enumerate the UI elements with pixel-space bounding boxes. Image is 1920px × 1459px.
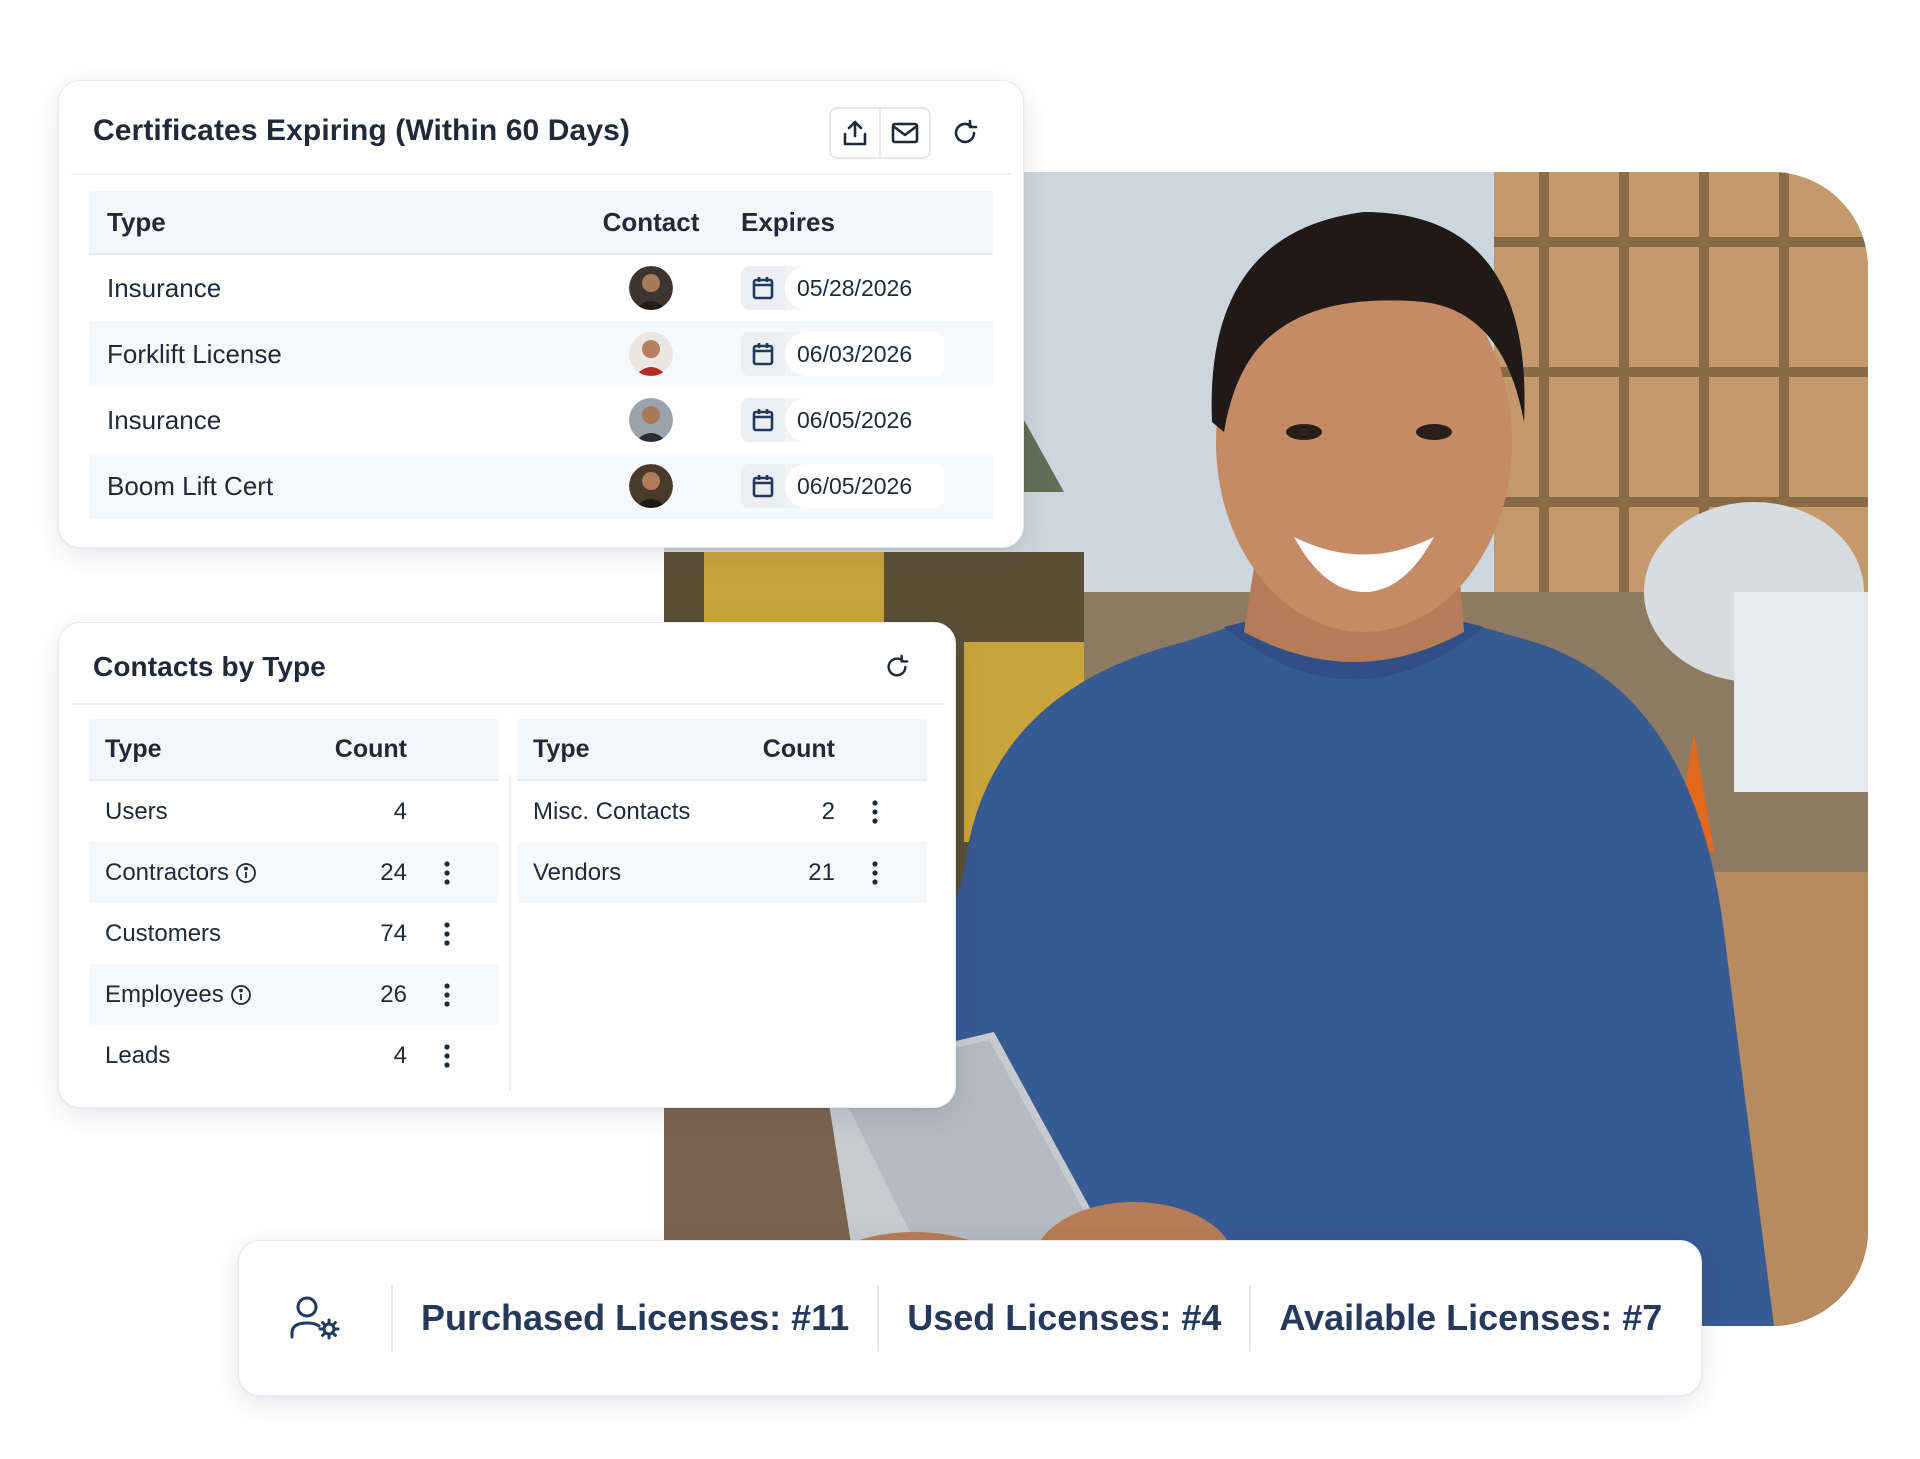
row-menu-button[interactable] (407, 860, 487, 886)
expires-date: 05/28/2026 (785, 266, 945, 310)
contact-avatar[interactable] (629, 464, 673, 508)
export-icon (843, 120, 867, 146)
table-row[interactable]: Customers 74 (89, 903, 499, 964)
expires-date: 06/05/2026 (785, 464, 945, 508)
calendar-icon (741, 398, 785, 442)
column-header-type: Type (107, 206, 166, 237)
certificate-type: Insurance (107, 404, 222, 435)
email-icon (891, 122, 919, 144)
contacts-table-header: Type Count (517, 719, 927, 781)
certificates-action-group (829, 107, 931, 159)
row-menu-button[interactable] (407, 1043, 487, 1069)
purchased-licenses: Purchased Licenses: #11 (421, 1297, 850, 1338)
refresh-icon (887, 654, 909, 677)
more-vertical-icon (444, 982, 450, 1007)
table-row[interactable]: Employees 26 (89, 964, 499, 1025)
contact-type: Leads (105, 1041, 171, 1069)
table-row[interactable]: Contractors 24 (89, 842, 499, 903)
available-licenses: Available Licenses: #7 (1279, 1297, 1663, 1338)
contacts-table-header: Type Count (89, 719, 499, 781)
contacts-by-type-card: Contacts by Type Type Count Users 4 Cont… (58, 622, 956, 1108)
refresh-certificates-button[interactable] (941, 109, 989, 157)
expires-date-field[interactable]: 06/03/2026 (741, 332, 945, 376)
contact-avatar[interactable] (629, 266, 673, 310)
certificates-table-header: Type Contact Expires (89, 191, 993, 255)
certificate-type: Boom Lift Cert (107, 470, 274, 501)
contact-avatar[interactable] (629, 398, 673, 442)
calendar-icon (741, 464, 785, 508)
refresh-icon (954, 119, 978, 144)
expires-date-field[interactable]: 06/05/2026 (741, 464, 945, 508)
table-row[interactable]: Insurance 06/05/2026 (89, 387, 993, 453)
contact-count: 4 (393, 1041, 407, 1069)
certificates-table: Type Contact Expires Insurance 05/28/202… (89, 191, 993, 519)
certificate-type: Forklift License (107, 338, 282, 369)
contact-count: 26 (380, 980, 407, 1008)
table-row[interactable]: Misc. Contacts 2 (517, 781, 927, 842)
contact-count: 74 (380, 919, 407, 947)
column-header-expires: Expires (741, 206, 835, 237)
info-icon[interactable] (230, 984, 252, 1006)
column-header-count: Count (762, 734, 835, 763)
expires-date-field[interactable]: 05/28/2026 (741, 266, 945, 310)
more-vertical-icon (872, 860, 878, 885)
used-licenses: Used Licenses: #4 (907, 1297, 1222, 1338)
contact-type: Employees (105, 980, 224, 1008)
calendar-icon (741, 332, 785, 376)
contacts-card-title: Contacts by Type (93, 651, 326, 682)
contact-type: Vendors (533, 858, 622, 886)
column-header-count: Count (334, 734, 407, 763)
contact-type: Users (105, 797, 168, 825)
info-icon[interactable] (235, 862, 257, 884)
row-menu-button[interactable] (835, 799, 915, 825)
table-column-divider (509, 775, 511, 1091)
certificate-type: Insurance (107, 272, 222, 303)
table-row[interactable]: Vendors 21 (517, 842, 927, 903)
contact-count: 4 (393, 797, 407, 825)
column-header-type: Type (105, 734, 162, 763)
table-row[interactable]: Insurance 05/28/2026 (89, 255, 993, 321)
column-header-contact: Contact (602, 206, 700, 237)
expires-date: 06/03/2026 (785, 332, 945, 376)
contacts-table-right: Type Count Misc. Contacts 2 Vendors 21 (517, 719, 927, 903)
export-button[interactable] (831, 109, 879, 157)
user-gear-icon (239, 1295, 391, 1341)
contact-avatar[interactable] (629, 332, 673, 376)
row-menu-button[interactable] (407, 982, 487, 1008)
contact-type: Customers (105, 919, 222, 947)
table-row[interactable]: Leads 4 (89, 1025, 499, 1086)
certificates-expiring-card: Certificates Expiring (Within 60 Days) T… (58, 80, 1024, 548)
column-header-type: Type (533, 734, 590, 763)
contact-type: Misc. Contacts (533, 797, 691, 825)
calendar-icon (741, 266, 785, 310)
table-row[interactable]: Forklift License 06/03/2026 (89, 321, 993, 387)
contact-count: 21 (808, 858, 835, 886)
header-divider (71, 173, 1011, 175)
more-vertical-icon (872, 799, 878, 824)
contact-count: 24 (380, 858, 407, 886)
expires-date: 06/05/2026 (785, 398, 945, 442)
row-menu-button[interactable] (407, 921, 487, 947)
more-vertical-icon (444, 921, 450, 946)
table-row[interactable]: Boom Lift Cert 06/05/2026 (89, 453, 993, 519)
licenses-summary-bar: Purchased Licenses: #11 Used Licenses: #… (238, 1240, 1702, 1396)
row-menu-button[interactable] (835, 860, 915, 886)
email-button[interactable] (879, 109, 929, 157)
contact-count: 2 (821, 797, 835, 825)
refresh-contacts-button[interactable] (873, 643, 921, 691)
contact-type: Contractors (105, 858, 230, 886)
more-vertical-icon (444, 860, 450, 885)
more-vertical-icon (444, 1043, 450, 1068)
certificates-card-title: Certificates Expiring (Within 60 Days) (93, 114, 630, 147)
header-divider (71, 703, 943, 705)
expires-date-field[interactable]: 06/05/2026 (741, 398, 945, 442)
table-row[interactable]: Users 4 (89, 781, 499, 842)
contacts-table-left: Type Count Users 4 Contractors 24 Custom… (89, 719, 499, 1086)
